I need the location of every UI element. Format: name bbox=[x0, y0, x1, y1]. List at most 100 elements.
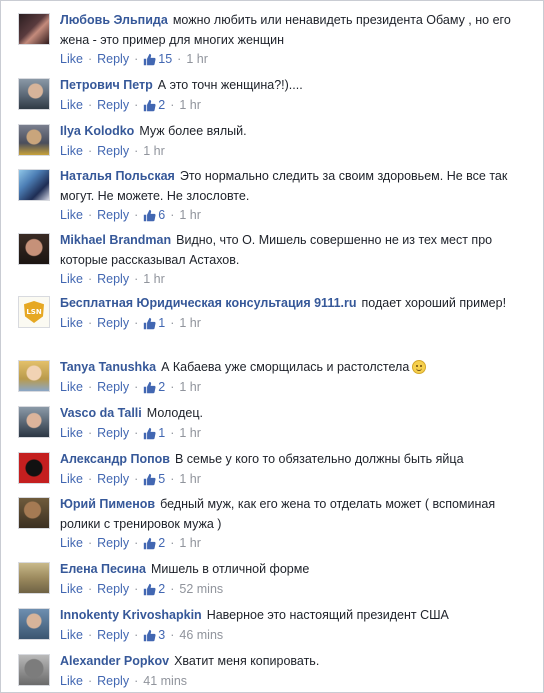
comment-actions: Like · Reply · 15 · 1 hr bbox=[60, 52, 208, 66]
like-count[interactable]: 1 bbox=[143, 316, 165, 330]
like-count[interactable]: 2 bbox=[143, 582, 165, 596]
comment-actions: Like · Reply · 2 · 1 hr bbox=[60, 97, 201, 112]
comment-time[interactable]: 1 hr bbox=[179, 316, 201, 330]
avatar[interactable] bbox=[18, 654, 50, 686]
like-count[interactable]: 15 bbox=[143, 52, 172, 66]
comment-time[interactable]: 1 hr bbox=[143, 144, 165, 158]
thumbs-up-icon bbox=[144, 53, 156, 66]
avatar[interactable]: LSN bbox=[18, 296, 50, 328]
reply-link[interactable]: Reply bbox=[97, 426, 129, 440]
comment-time[interactable]: 1 hr bbox=[179, 426, 201, 440]
like-link[interactable]: Like bbox=[60, 536, 83, 550]
reply-link[interactable]: Reply bbox=[97, 272, 129, 286]
logo-text: LSN bbox=[26, 308, 42, 316]
comment-time[interactable]: 46 mins bbox=[179, 628, 223, 642]
thumbs-up-icon bbox=[144, 583, 156, 595]
avatar[interactable] bbox=[18, 562, 50, 594]
thumbs-up-icon bbox=[144, 99, 156, 111]
avatar[interactable] bbox=[18, 233, 50, 265]
comment-author[interactable]: Любовь Эльпида bbox=[60, 13, 168, 27]
like-count[interactable]: 5 bbox=[143, 472, 165, 486]
reply-link[interactable]: Reply bbox=[97, 316, 129, 330]
like-count[interactable]: 2 bbox=[143, 536, 165, 550]
thumbs-up-icon bbox=[144, 381, 156, 393]
comment-author[interactable]: Петрович Петр bbox=[60, 78, 153, 92]
reply-link[interactable]: Reply bbox=[97, 98, 129, 112]
comment-text: Хватит меня копировать. bbox=[174, 654, 320, 668]
comment-text: подает хороший пример! bbox=[361, 296, 507, 310]
reply-link[interactable]: Reply bbox=[97, 674, 129, 688]
comment-author[interactable]: Бесплатная Юридическая консультация 9111… bbox=[60, 296, 357, 310]
comment-author[interactable]: Елена Песина bbox=[60, 562, 146, 576]
comment-time[interactable]: 1 hr bbox=[179, 536, 201, 550]
comment-actions: Like · Reply · 1 · 1 hr bbox=[60, 315, 201, 330]
reply-link[interactable]: Reply bbox=[97, 472, 129, 486]
like-link[interactable]: Like bbox=[60, 380, 83, 394]
like-count[interactable]: 3 bbox=[143, 628, 165, 642]
avatar[interactable] bbox=[18, 608, 50, 640]
comment-time[interactable]: 41 mins bbox=[143, 674, 187, 688]
like-link[interactable]: Like bbox=[60, 426, 83, 440]
like-link[interactable]: Like bbox=[60, 144, 83, 158]
comment-time[interactable]: 52 mins bbox=[179, 582, 223, 596]
comment-actions: Like · Reply · 1 hr bbox=[60, 143, 165, 158]
comment-text: Муж более вялый. bbox=[139, 124, 247, 138]
comment-time[interactable]: 1 hr bbox=[179, 98, 201, 112]
like-link[interactable]: Like bbox=[60, 272, 83, 286]
avatar[interactable] bbox=[18, 497, 50, 529]
avatar[interactable] bbox=[18, 78, 50, 110]
comment-actions: Like · Reply · 2 · 52 mins bbox=[60, 581, 224, 596]
avatar[interactable] bbox=[18, 169, 50, 201]
comment-actions: Like · Reply · 5 · 1 hr bbox=[60, 471, 201, 486]
comment-author[interactable]: Ilya Kolodko bbox=[60, 124, 134, 138]
avatar[interactable] bbox=[18, 406, 50, 438]
thumbs-up-icon bbox=[144, 209, 156, 222]
comment-author[interactable]: Наталья Польская bbox=[60, 169, 175, 183]
reply-link[interactable]: Reply bbox=[97, 144, 129, 158]
reply-link[interactable]: Reply bbox=[97, 208, 129, 222]
comment-author[interactable]: Tanya Tanushka bbox=[60, 360, 156, 374]
comment-actions: Like · Reply · 1 hr bbox=[60, 272, 165, 286]
reply-link[interactable]: Reply bbox=[97, 582, 129, 596]
comment-text: Молодец. bbox=[146, 406, 203, 420]
reply-link[interactable]: Reply bbox=[97, 536, 129, 550]
comment-author[interactable]: Vasco da Talli bbox=[60, 406, 142, 420]
comment-time[interactable]: 1 hr bbox=[179, 208, 201, 222]
like-link[interactable]: Like bbox=[60, 316, 83, 330]
thumbs-up-icon bbox=[144, 537, 156, 550]
avatar[interactable] bbox=[18, 452, 50, 484]
like-link[interactable]: Like bbox=[60, 582, 83, 596]
comment-author[interactable]: Alexander Popkov bbox=[60, 654, 169, 668]
comment-text: Мишель в отличной форме bbox=[150, 562, 310, 576]
comment-author[interactable]: Innokenty Krivoshapkin bbox=[60, 608, 202, 622]
like-link[interactable]: Like bbox=[60, 472, 83, 486]
comment-time[interactable]: 1 hr bbox=[179, 380, 201, 394]
like-count[interactable]: 2 bbox=[143, 98, 165, 112]
like-count[interactable]: 6 bbox=[143, 208, 165, 222]
reply-link[interactable]: Reply bbox=[97, 52, 129, 66]
like-link[interactable]: Like bbox=[60, 98, 83, 112]
comment-author[interactable]: Александр Попов bbox=[60, 452, 170, 466]
like-link[interactable]: Like bbox=[60, 628, 83, 642]
comment-text: А это точн женщина?!).... bbox=[157, 78, 303, 92]
avatar[interactable] bbox=[18, 13, 50, 45]
comment-author[interactable]: Mikhael Brandman bbox=[60, 233, 171, 247]
comment-time[interactable]: 1 hr bbox=[186, 52, 208, 66]
comment-text: А Кабаева уже сморщилась и растолстела bbox=[161, 360, 410, 374]
comment-actions: Like · Reply · 2 · 1 hr bbox=[60, 536, 201, 550]
like-link[interactable]: Like bbox=[60, 52, 83, 66]
thumbs-up-icon bbox=[144, 629, 156, 641]
like-count[interactable]: 1 bbox=[143, 426, 165, 440]
like-count[interactable]: 2 bbox=[143, 380, 165, 394]
comment-time[interactable]: 1 hr bbox=[143, 272, 165, 286]
avatar[interactable] bbox=[18, 360, 50, 392]
like-link[interactable]: Like bbox=[60, 208, 83, 222]
reply-link[interactable]: Reply bbox=[97, 380, 129, 394]
avatar[interactable] bbox=[18, 124, 50, 156]
comment-actions: Like · Reply · 1 · 1 hr bbox=[60, 425, 201, 440]
comment-author[interactable]: Юрий Пименов bbox=[60, 497, 155, 511]
like-link[interactable]: Like bbox=[60, 674, 83, 688]
thumbs-up-icon bbox=[144, 317, 156, 329]
comment-time[interactable]: 1 hr bbox=[179, 472, 201, 486]
reply-link[interactable]: Reply bbox=[97, 628, 129, 642]
